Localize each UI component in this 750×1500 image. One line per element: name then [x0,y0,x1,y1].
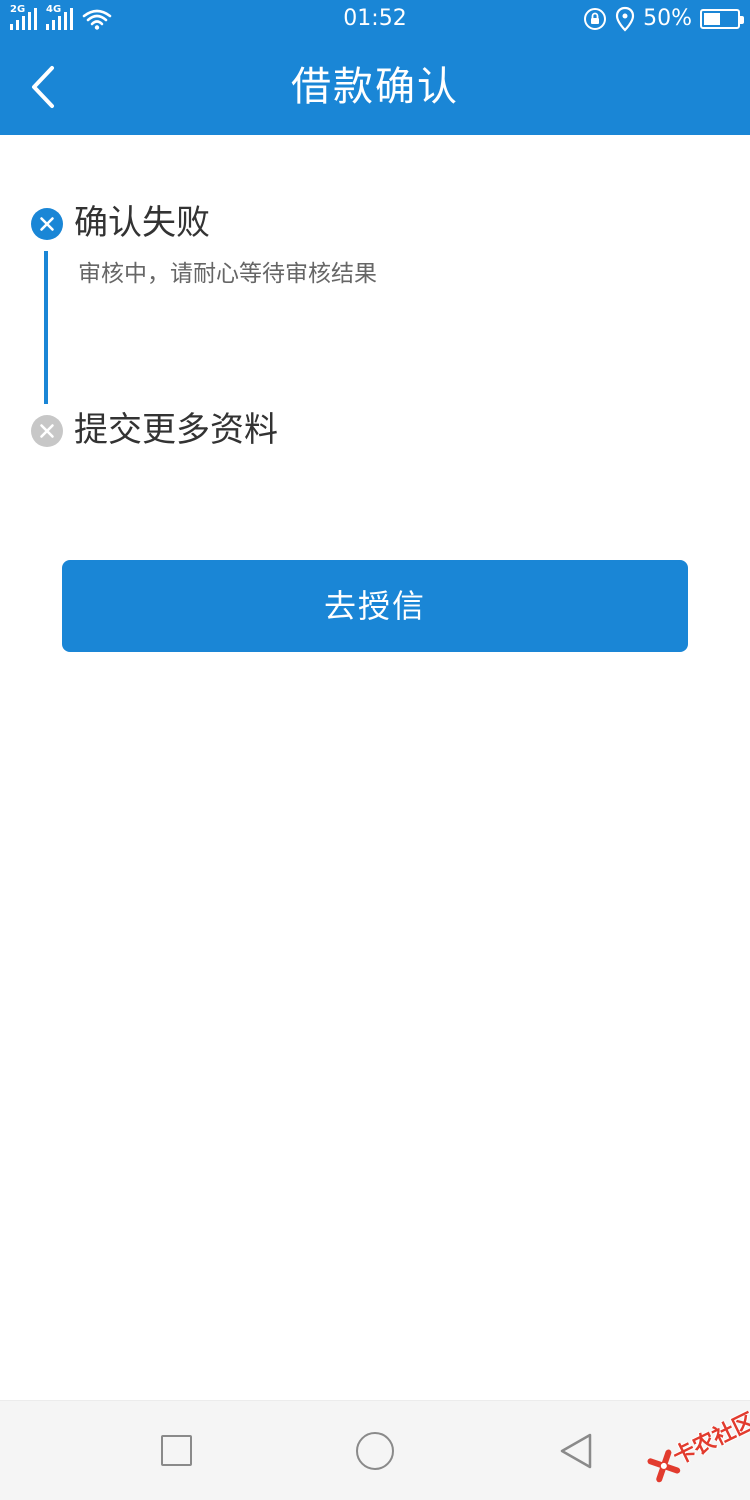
pending-status-icon [31,415,63,447]
step-title-pending: 提交更多资料 [74,410,278,450]
watermark-text: 卡农社区 [669,1409,750,1471]
page-title: 借款确认 [291,64,459,110]
recent-apps-icon[interactable] [161,1435,192,1466]
battery-level [704,13,720,25]
battery-icon [700,9,744,29]
failed-status-icon [31,208,63,240]
progress-steps: 确认失败 审核中，请耐心等待审核结果 提交更多资料 [0,135,750,475]
location-icon [615,6,635,32]
status-right: 50% [583,5,744,33]
go-credit-button[interactable]: 去授信 [62,560,688,652]
battery-percent: 50% [643,6,692,31]
home-icon[interactable] [356,1432,394,1470]
status-bar: 2G 4G 01:52 50% [0,0,750,38]
step-description: 审核中，请耐心等待审核结果 [78,261,377,287]
rotation-lock-icon [584,8,607,30]
step-title-failed: 确认失败 [74,203,210,243]
app-header: 借款确认 [0,38,750,135]
back-icon[interactable] [558,1431,594,1471]
step-connector [44,251,48,404]
system-nav-bar [0,1400,750,1500]
